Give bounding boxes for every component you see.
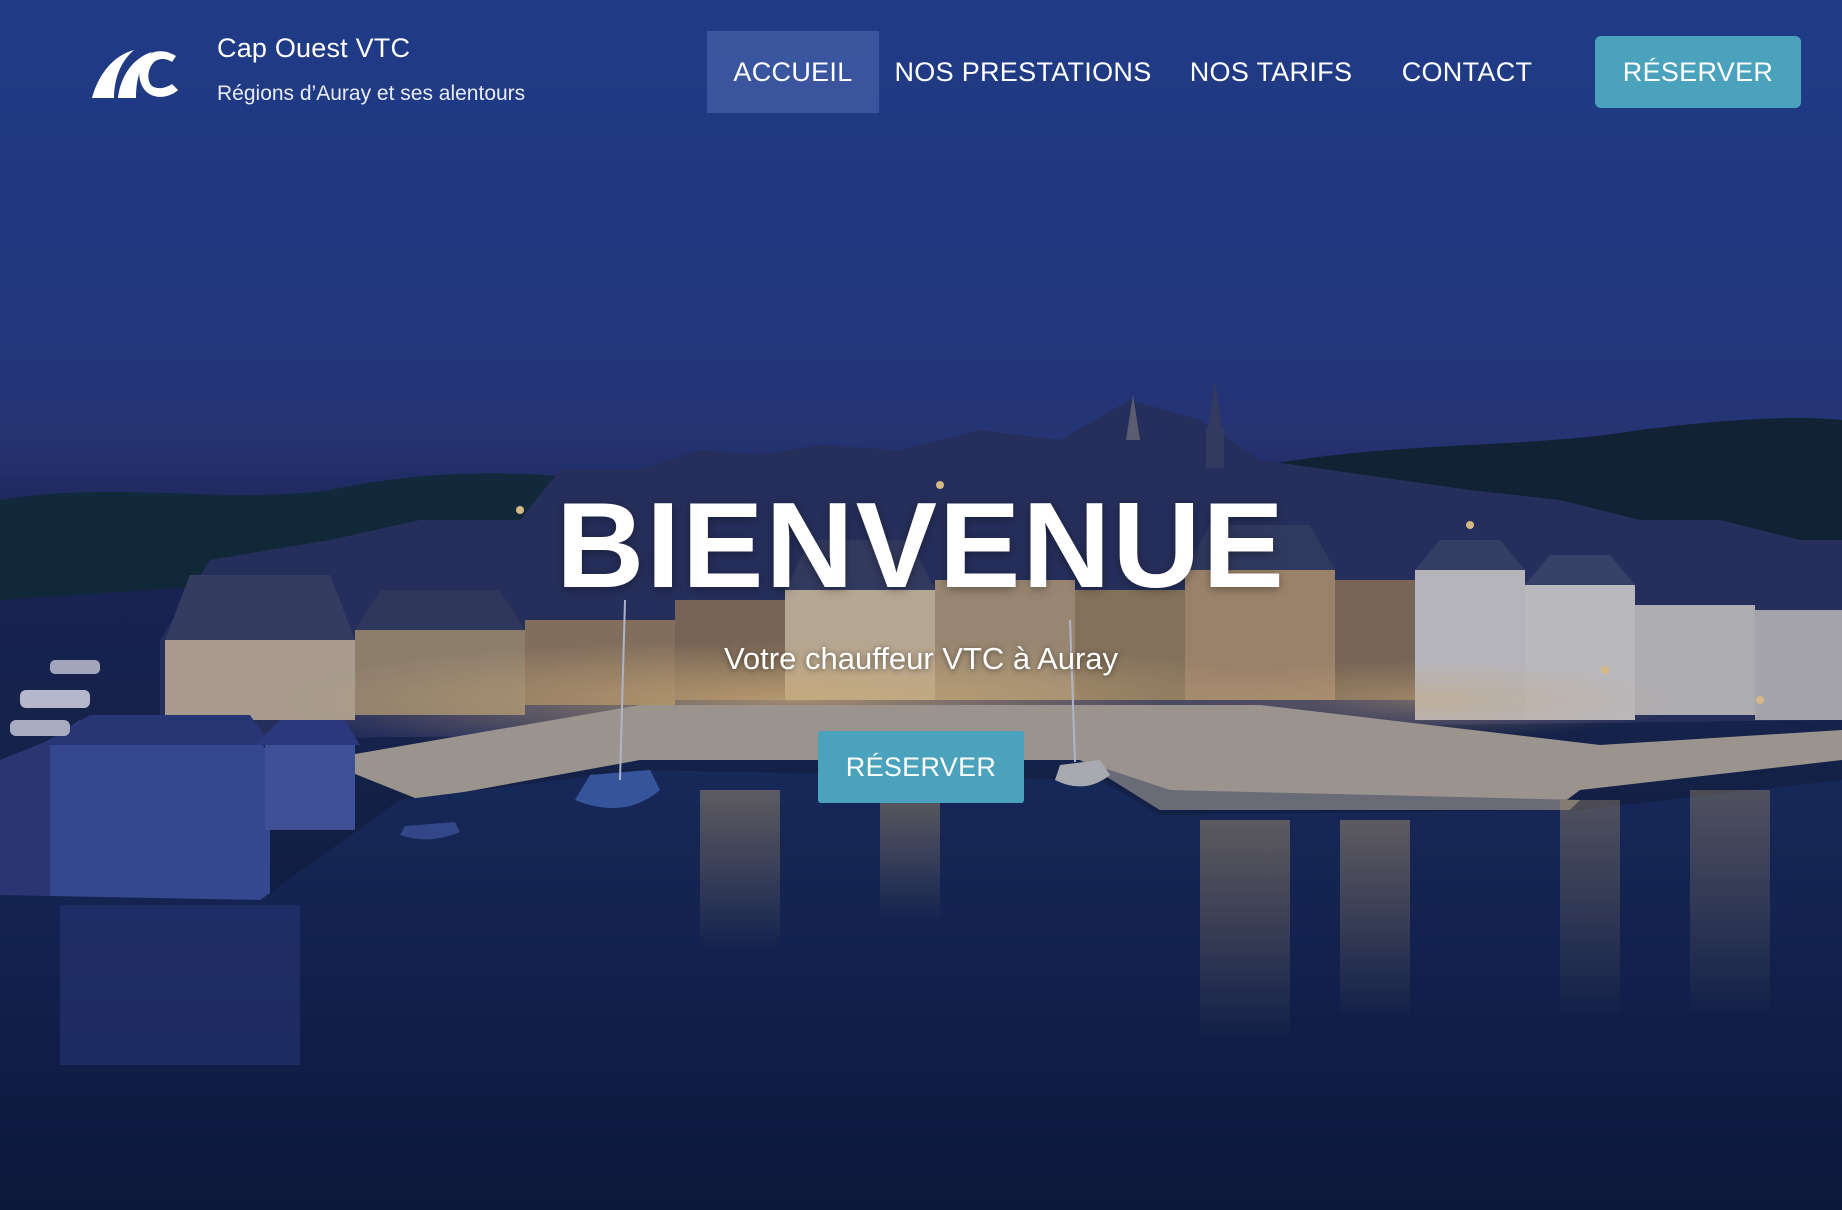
nav-item-nos-tarifs[interactable]: NOS TARIFS	[1188, 31, 1354, 113]
brand-name[interactable]: Cap Ouest VTC	[217, 33, 410, 64]
hero-reserve-button[interactable]: RÉSERVER	[818, 731, 1024, 803]
nav-item-contact[interactable]: CONTACT	[1395, 31, 1539, 113]
nav-item-nos-prestations[interactable]: NOS PRESTATIONS	[894, 31, 1151, 113]
site-header: Cap Ouest VTC Régions d’Auray et ses ale…	[0, 0, 1842, 140]
cap-ouest-logo-icon[interactable]	[90, 46, 180, 102]
header-reserve-button[interactable]: RÉSERVER	[1595, 36, 1801, 108]
nav-item-accueil[interactable]: ACCUEIL	[707, 31, 879, 113]
brand-tagline: Régions d’Auray et ses alentours	[217, 82, 526, 105]
hero-title: BIENVENUE	[556, 477, 1286, 613]
hero-subtitle: Votre chauffeur VTC à Auray	[723, 641, 1119, 676]
